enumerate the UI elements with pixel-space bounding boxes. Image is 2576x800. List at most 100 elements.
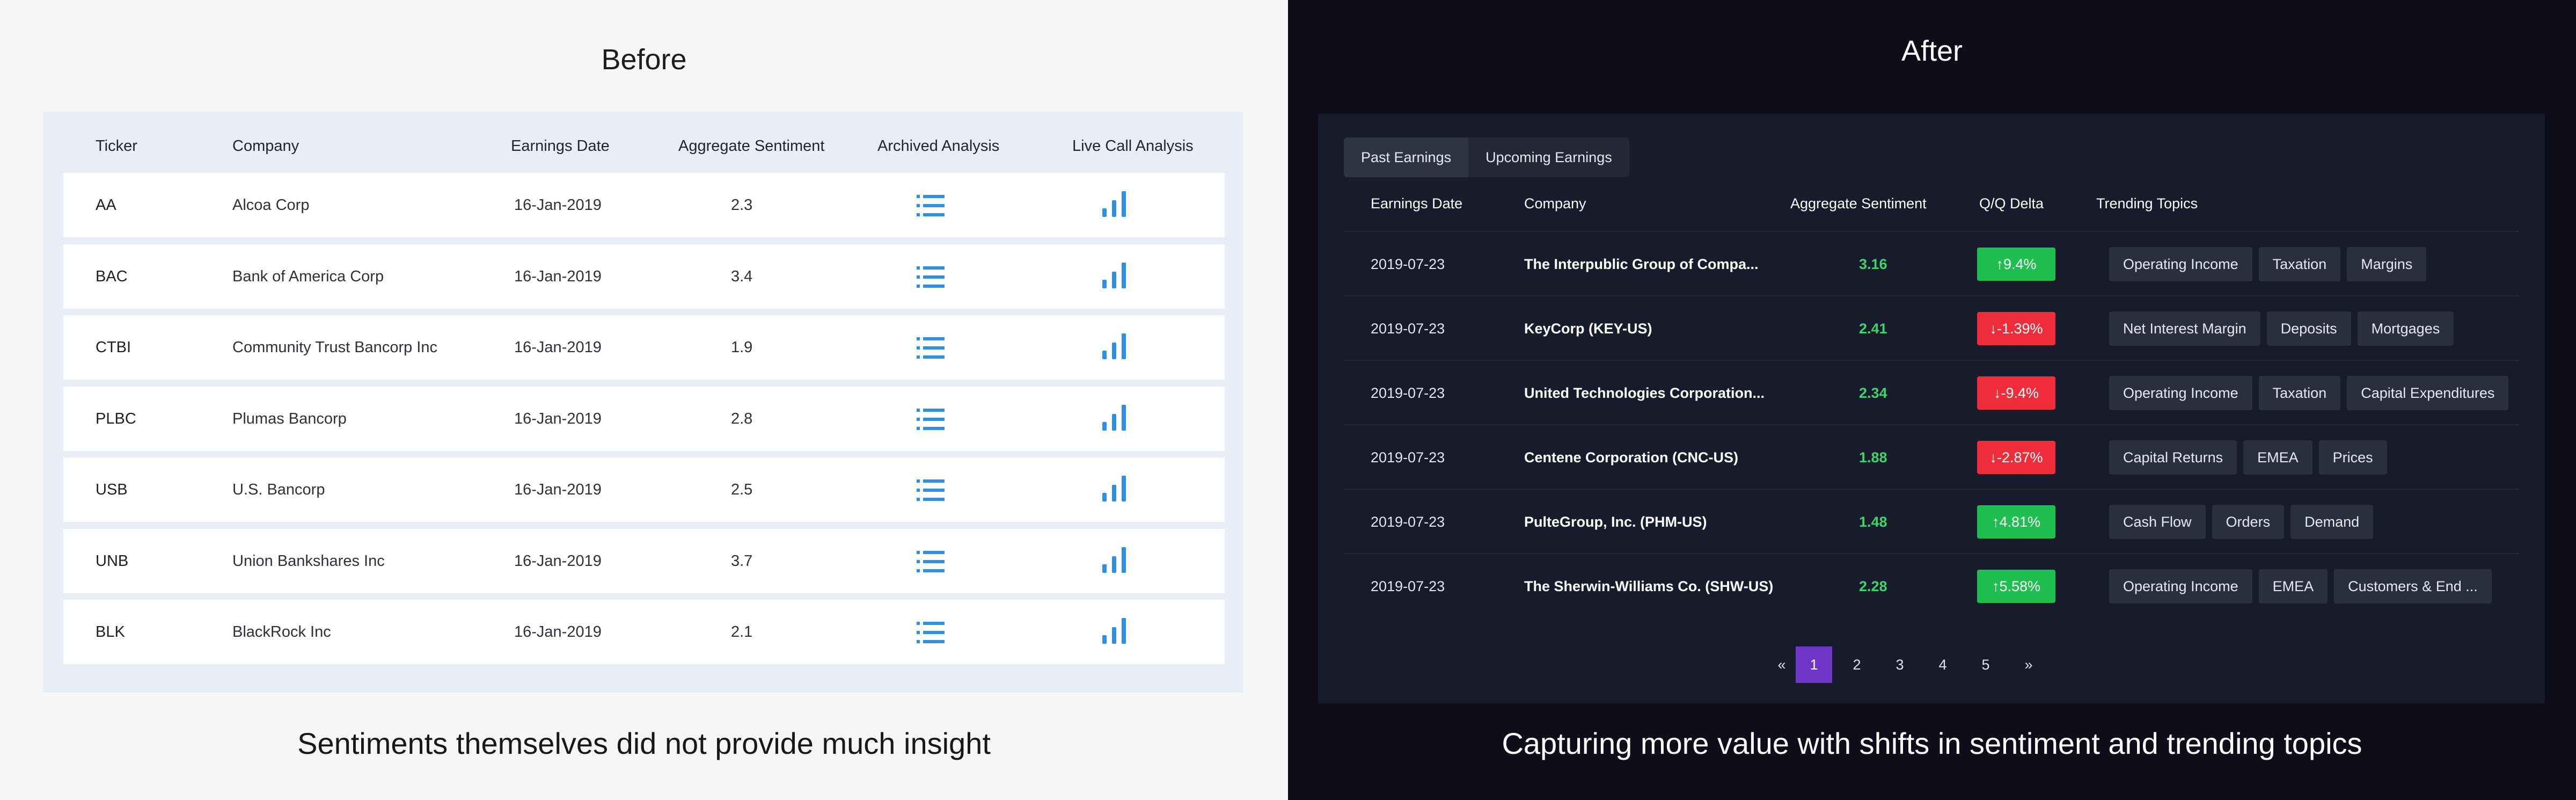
delta-badge: ↓-2.87% <box>1977 441 2055 474</box>
before-table-header: Ticker Company Earnings Date Aggregate S… <box>63 137 1243 164</box>
table-row[interactable]: UNB Union Bankshares Inc 16-Jan-2019 3.7 <box>63 528 1225 593</box>
pagination-next[interactable]: » <box>2010 646 2047 683</box>
sentiment-cell: 3.7 <box>731 552 753 570</box>
earnings-date-cell: 16-Jan-2019 <box>514 267 602 285</box>
topic-chip[interactable]: Operating Income <box>2109 569 2252 603</box>
sentiment-cell: 2.1 <box>731 623 753 641</box>
topic-chip[interactable]: Capital Expenditures <box>2347 376 2509 410</box>
topic-chip[interactable]: Operating Income <box>2109 247 2252 281</box>
table-row[interactable]: BLK BlackRock Inc 16-Jan-2019 2.1 <box>63 600 1225 664</box>
header-aggregate-sentiment[interactable]: Aggregate Sentiment <box>678 137 824 155</box>
topic-chip[interactable]: Margins <box>2347 247 2427 281</box>
header-earnings-date[interactable]: Earnings Date <box>511 137 610 155</box>
sentiment-cell: 1.88 <box>1859 449 1887 466</box>
topic-chip[interactable]: Capital Returns <box>2109 440 2237 475</box>
list-icon[interactable] <box>917 266 945 288</box>
earnings-date-cell: 2019-07-23 <box>1371 256 1445 272</box>
pagination-page-2[interactable]: 2 <box>1839 646 1875 683</box>
table-row[interactable]: CTBI Community Trust Bancorp Inc 16-Jan-20… <box>63 315 1225 380</box>
tab-past-earnings[interactable]: Past Earnings <box>1344 137 1469 177</box>
list-icon[interactable] <box>917 194 945 217</box>
header-aggregate-sentiment[interactable]: Aggregate Sentiment <box>1790 195 1927 212</box>
pagination-page-3[interactable]: 3 <box>1882 646 1918 683</box>
company-cell: Community Trust Bancorp Inc <box>232 339 437 356</box>
pagination-page-4[interactable]: 4 <box>1924 646 1961 683</box>
topic-chip[interactable]: Demand <box>2290 505 2374 539</box>
topic-chip[interactable]: Mortgages <box>2357 311 2454 346</box>
pagination-page-5[interactable]: 5 <box>1967 646 2004 683</box>
table-row[interactable]: AA Alcoa Corp 16-Jan-2019 2.3 <box>63 173 1225 237</box>
ticker-cell: PLBC <box>96 410 136 427</box>
earnings-date-cell: 16-Jan-2019 <box>514 410 602 427</box>
header-earnings-date[interactable]: Earnings Date <box>1371 195 1462 212</box>
topic-chip[interactable]: EMEA <box>2258 569 2328 603</box>
header-company[interactable]: Company <box>1524 195 1586 212</box>
header-live-call-analysis[interactable]: Live Call Analysis <box>1072 137 1194 155</box>
bar-chart-icon[interactable] <box>1102 547 1127 573</box>
table-row[interactable]: 2019-07-23 PulteGroup, Inc. (PHM-US) 1.48 ↑… <box>1344 489 2519 553</box>
topic-chip[interactable]: Deposits <box>2266 311 2351 346</box>
topic-chip[interactable]: Orders <box>2212 505 2285 539</box>
pagination-prev[interactable]: « <box>1763 646 1800 683</box>
topic-chip[interactable]: EMEA <box>2243 440 2312 475</box>
list-icon[interactable] <box>917 408 945 431</box>
earnings-date-cell: 16-Jan-2019 <box>514 552 602 570</box>
earnings-date-cell: 2019-07-23 <box>1371 385 1445 401</box>
company-cell[interactable]: The Sherwin-Williams Co. (SHW-US) <box>1524 554 1773 619</box>
trending-topics: Capital Returns EMEA Prices <box>2109 440 2387 475</box>
bar-chart-icon[interactable] <box>1102 333 1127 359</box>
list-icon[interactable] <box>917 550 945 573</box>
list-icon[interactable] <box>917 337 945 359</box>
list-icon[interactable] <box>917 621 945 644</box>
delta-badge: ↑9.4% <box>1977 248 2055 281</box>
bar-chart-icon[interactable] <box>1102 404 1127 431</box>
topic-chip[interactable]: Operating Income <box>2109 376 2252 410</box>
table-row[interactable]: 2019-07-23 KeyCorp (KEY-US) 2.41 ↓-1.39% Net… <box>1344 295 2519 360</box>
table-row[interactable]: PLBC Plumas Bancorp 16-Jan-2019 2.8 <box>63 386 1225 451</box>
after-card: Past Earnings Upcoming Earnings Earnings… <box>1318 114 2545 703</box>
bar-chart-icon[interactable] <box>1102 476 1127 501</box>
before-title: Before <box>601 43 687 76</box>
tab-upcoming-earnings[interactable]: Upcoming Earnings <box>1468 137 1629 177</box>
topic-chip[interactable]: Taxation <box>2258 376 2341 410</box>
company-cell[interactable]: KeyCorp (KEY-US) <box>1524 296 1652 361</box>
before-panel: Before Ticker Company Earnings Date Aggr… <box>0 0 1288 800</box>
ticker-cell: UNB <box>96 552 129 570</box>
earnings-date-cell: 2019-07-23 <box>1371 578 1445 594</box>
sentiment-cell: 2.3 <box>731 197 753 214</box>
company-cell[interactable]: The Interpublic Group of Compa... <box>1524 232 1759 296</box>
bar-chart-icon[interactable] <box>1102 262 1127 288</box>
list-icon[interactable] <box>917 479 945 501</box>
table-row[interactable]: 2019-07-23 Centene Corporation (CNC-US) 1.… <box>1344 424 2519 489</box>
bar-chart-icon[interactable] <box>1102 618 1127 644</box>
pagination-page-1[interactable]: 1 <box>1796 646 1832 683</box>
company-cell[interactable]: Centene Corporation (CNC-US) <box>1524 425 1738 490</box>
sentiment-cell: 2.41 <box>1859 321 1887 337</box>
table-row[interactable]: 2019-07-23 United Technologies Corporatio… <box>1344 360 2519 424</box>
topic-chip[interactable]: Prices <box>2318 440 2387 475</box>
earnings-date-cell: 2019-07-23 <box>1371 321 1445 337</box>
table-row[interactable]: BAC Bank of America Corp 16-Jan-2019 3.4 <box>63 244 1225 309</box>
table-row[interactable]: USB U.S. Bancorp 16-Jan-2019 2.5 <box>63 457 1225 522</box>
topic-chip[interactable]: Customers & End ... <box>2334 569 2492 603</box>
header-ticker[interactable]: Ticker <box>96 137 137 155</box>
header-qq-delta[interactable]: Q/Q Delta <box>1979 195 2044 212</box>
topic-chip[interactable]: Cash Flow <box>2109 505 2206 539</box>
after-table-header: Earnings Date Company Aggregate Sentimen… <box>1344 195 2519 224</box>
before-caption: Sentiments themselves did not provide mu… <box>297 726 991 760</box>
topic-chip[interactable]: Taxation <box>2258 247 2341 281</box>
header-archived-analysis[interactable]: Archived Analysis <box>877 137 999 155</box>
bar-chart-icon[interactable] <box>1102 191 1127 217</box>
header-company[interactable]: Company <box>232 137 299 155</box>
sentiment-cell: 2.34 <box>1859 385 1887 401</box>
table-row[interactable]: 2019-07-23 The Sherwin-Williams Co. (SHW-… <box>1344 553 2519 617</box>
company-cell[interactable]: PulteGroup, Inc. (PHM-US) <box>1524 490 1707 554</box>
topic-chip[interactable]: Net Interest Margin <box>2109 311 2260 346</box>
header-trending-topics[interactable]: Trending Topics <box>2096 195 2198 212</box>
sentiment-cell: 1.9 <box>731 339 753 356</box>
trending-topics: Net Interest Margin Deposits Mortgages <box>2109 311 2454 346</box>
company-cell[interactable]: United Technologies Corporation... <box>1524 361 1765 425</box>
table-row[interactable]: 2019-07-23 The Interpublic Group of Compa… <box>1344 231 2519 295</box>
delta-badge: ↑4.81% <box>1977 505 2055 539</box>
trending-topics: Operating Income Taxation Margins <box>2109 247 2427 281</box>
